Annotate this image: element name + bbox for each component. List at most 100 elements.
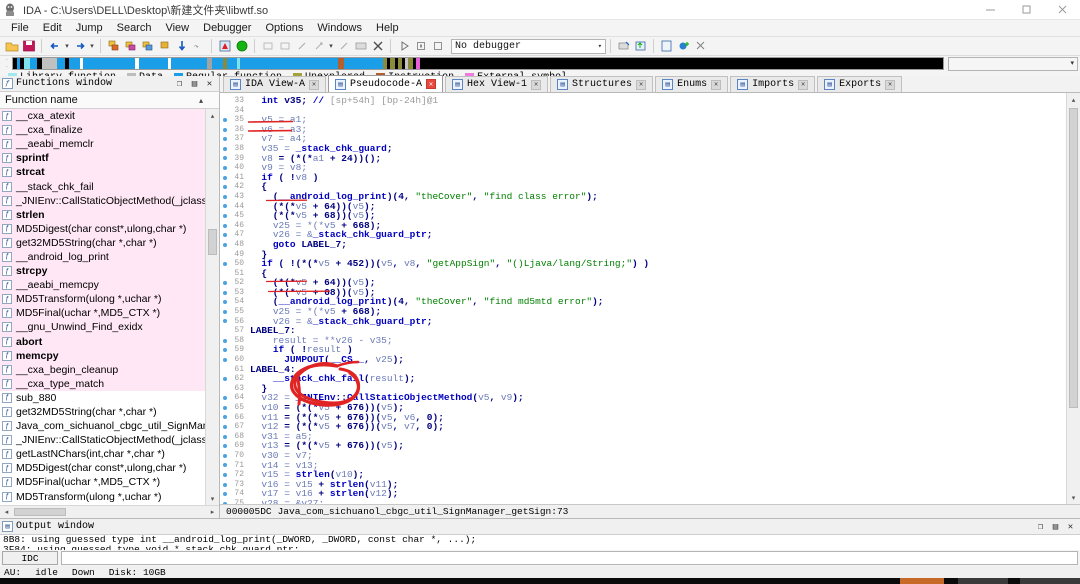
navigation-band[interactable] [12,57,944,70]
close-icon[interactable]: ✕ [1066,522,1075,532]
code-line[interactable]: v13 = (*(*v5 + 676))(v5); [250,441,1080,451]
tab-close-icon[interactable]: ✕ [531,79,542,90]
function-list-item[interactable]: ƒ __cxa_finalize [0,123,219,138]
breakpoint-marker[interactable] [220,365,230,375]
breakpoint-gutter[interactable] [220,93,230,504]
code-line[interactable]: JUMPOUT(__CS__, v25); [250,355,1080,365]
trace-icon[interactable] [259,38,276,55]
function-list-item[interactable]: ƒ __stack_chk_fail [0,179,219,194]
idc-command-input[interactable] [61,551,1078,565]
menu-file[interactable]: File [4,21,36,35]
forward-arrow-icon[interactable] [71,38,88,55]
breakpoint-marker[interactable] [220,96,230,106]
tab-close-icon[interactable]: ✕ [798,79,809,90]
breakpoint-marker[interactable] [220,480,230,490]
graph-view-icon[interactable] [105,38,122,55]
step-into-icon[interactable] [293,38,310,55]
function-list-item[interactable]: ƒ MD5Digest(char const*,ulong,char *) [0,461,219,475]
step-over-icon[interactable] [310,38,327,55]
function-list-item[interactable]: ƒ __aeabi_memclr [0,137,219,152]
function-list-item[interactable]: ƒ strcpy [0,264,219,279]
function-list-item[interactable]: ƒ strlen [0,207,219,222]
taskbar-item[interactable] [944,578,958,584]
code-line[interactable]: v26 = &_stack_chk_guard_ptr; [250,316,1080,327]
code-line[interactable]: int v35; // [sp+54h] [bp-24h]@1 [250,96,1080,106]
scroll-down-icon[interactable]: ▾ [206,492,219,505]
pseudocode-text[interactable]: int v35; // [sp+54h] [bp-24h]@1 v5 = a1;… [246,93,1080,504]
tab-enums[interactable]: ▤ Enums ✕ [655,76,729,92]
debugger-select[interactable]: No debugger ▾ [451,38,606,54]
scissors-icon[interactable] [692,38,709,55]
breakpoint-marker[interactable] [220,336,230,346]
step-icon[interactable] [276,38,293,55]
function-list-item[interactable]: ƒ MD5Final(uchar *,MD5_CTX *) [0,306,219,321]
navband-dropdown[interactable]: ▾ [948,56,1078,71]
code-line[interactable]: v12 = (*(*v5 + 676))(v5, v7, 0); [250,422,1080,432]
function-list-item[interactable]: ƒ __cxa_type_match [0,376,219,391]
breakpoint-marker[interactable] [220,441,230,451]
function-list-item[interactable]: ƒ MD5Transform(ulong *,uchar *) [0,490,219,504]
open-file-icon[interactable] [3,38,20,55]
scroll-down-icon[interactable]: ▾ [1067,491,1080,504]
tab-close-icon[interactable]: ✕ [636,79,647,90]
breakpoint-marker[interactable] [220,413,230,423]
menu-help[interactable]: Help [369,21,406,35]
taskbar-item[interactable] [1008,578,1020,584]
code-line[interactable]: v14 = v13; [250,460,1080,471]
breakpoint-marker[interactable] [220,393,230,403]
watch-icon[interactable] [352,38,369,55]
function-list-item[interactable]: ƒ getLastNChars(int,char *,char *) [0,447,219,461]
code-line[interactable]: v9 = v8; [250,163,1080,173]
function-list-item[interactable]: ƒ __android_log_print [0,249,219,265]
function-list-item[interactable]: ƒ sub_880 [0,391,219,405]
call-graph-icon[interactable] [156,38,173,55]
menu-debugger[interactable]: Debugger [196,21,258,35]
breakpoint-marker[interactable] [220,163,230,173]
breakpoint-marker[interactable] [220,250,230,260]
scroll-right-icon[interactable]: ▸ [206,508,219,516]
jump-down-icon[interactable] [173,38,190,55]
tab-close-icon[interactable]: ✕ [309,79,320,90]
tab-imports[interactable]: ▤ Imports ✕ [730,76,816,92]
taskbar-item[interactable] [1020,578,1080,584]
function-list-vertical-scrollbar[interactable]: ▴ ▾ [205,109,219,505]
detach-process-icon[interactable] [632,38,649,55]
breakpoint-marker[interactable] [220,154,230,164]
tab-close-icon[interactable]: ✕ [426,79,437,89]
taskbar-item-active[interactable] [900,578,944,584]
function-list-item[interactable]: ƒ __cxa_atexit [0,109,219,124]
close-button[interactable] [1044,0,1080,20]
scroll-up-icon[interactable]: ▴ [206,109,219,122]
forward-dropdown-icon[interactable]: ▾ [88,38,96,55]
breakpoint-marker[interactable] [220,384,230,394]
breakpoint-marker[interactable] [220,211,230,221]
breakpoint-marker[interactable] [220,230,230,240]
breakpoint-marker[interactable] [220,173,230,183]
breakpoint-marker[interactable] [220,269,230,279]
pause-icon[interactable] [412,38,429,55]
scrollbar-thumb[interactable] [1069,108,1078,408]
breakpoint-marker[interactable] [220,374,230,384]
scrollbar-thumb[interactable] [208,229,217,255]
terminate-icon[interactable] [429,38,446,55]
breakpoint-marker[interactable] [220,106,230,116]
function-list-item[interactable]: ƒ strcat [0,165,219,180]
code-line[interactable]: v26 = &_stack_chk_guard_ptr; [250,230,1080,240]
function-list-item[interactable]: ƒ __aeabi_memcpy [0,278,219,293]
restore-icon[interactable]: ❐ [175,79,184,89]
minimize-button[interactable] [972,0,1008,20]
run-green-icon[interactable] [233,38,250,55]
breakpoint-marker[interactable] [220,326,230,336]
code-vertical-scrollbar[interactable]: ▴ ▾ [1066,93,1080,504]
close-icon[interactable]: ✕ [205,79,214,89]
breakpoint-marker[interactable] [220,240,230,250]
function-list-item[interactable]: ƒ memcpy [0,348,219,363]
breakpoint-icon[interactable] [335,38,352,55]
breakpoint-marker[interactable] [220,134,230,144]
function-list-item[interactable]: ƒ MD5Digest(char const*,ulong,char *) [0,221,219,236]
tab-pseudocode-a[interactable]: ▤ Pseudocode-A ✕ [328,75,444,92]
code-line[interactable]: if ( !v8 ) [250,172,1080,183]
tab-ida-view-a[interactable]: ▤ IDA View-A ✕ [223,76,327,92]
breakpoint-marker[interactable] [220,288,230,298]
breakpoint-marker[interactable] [220,451,230,461]
